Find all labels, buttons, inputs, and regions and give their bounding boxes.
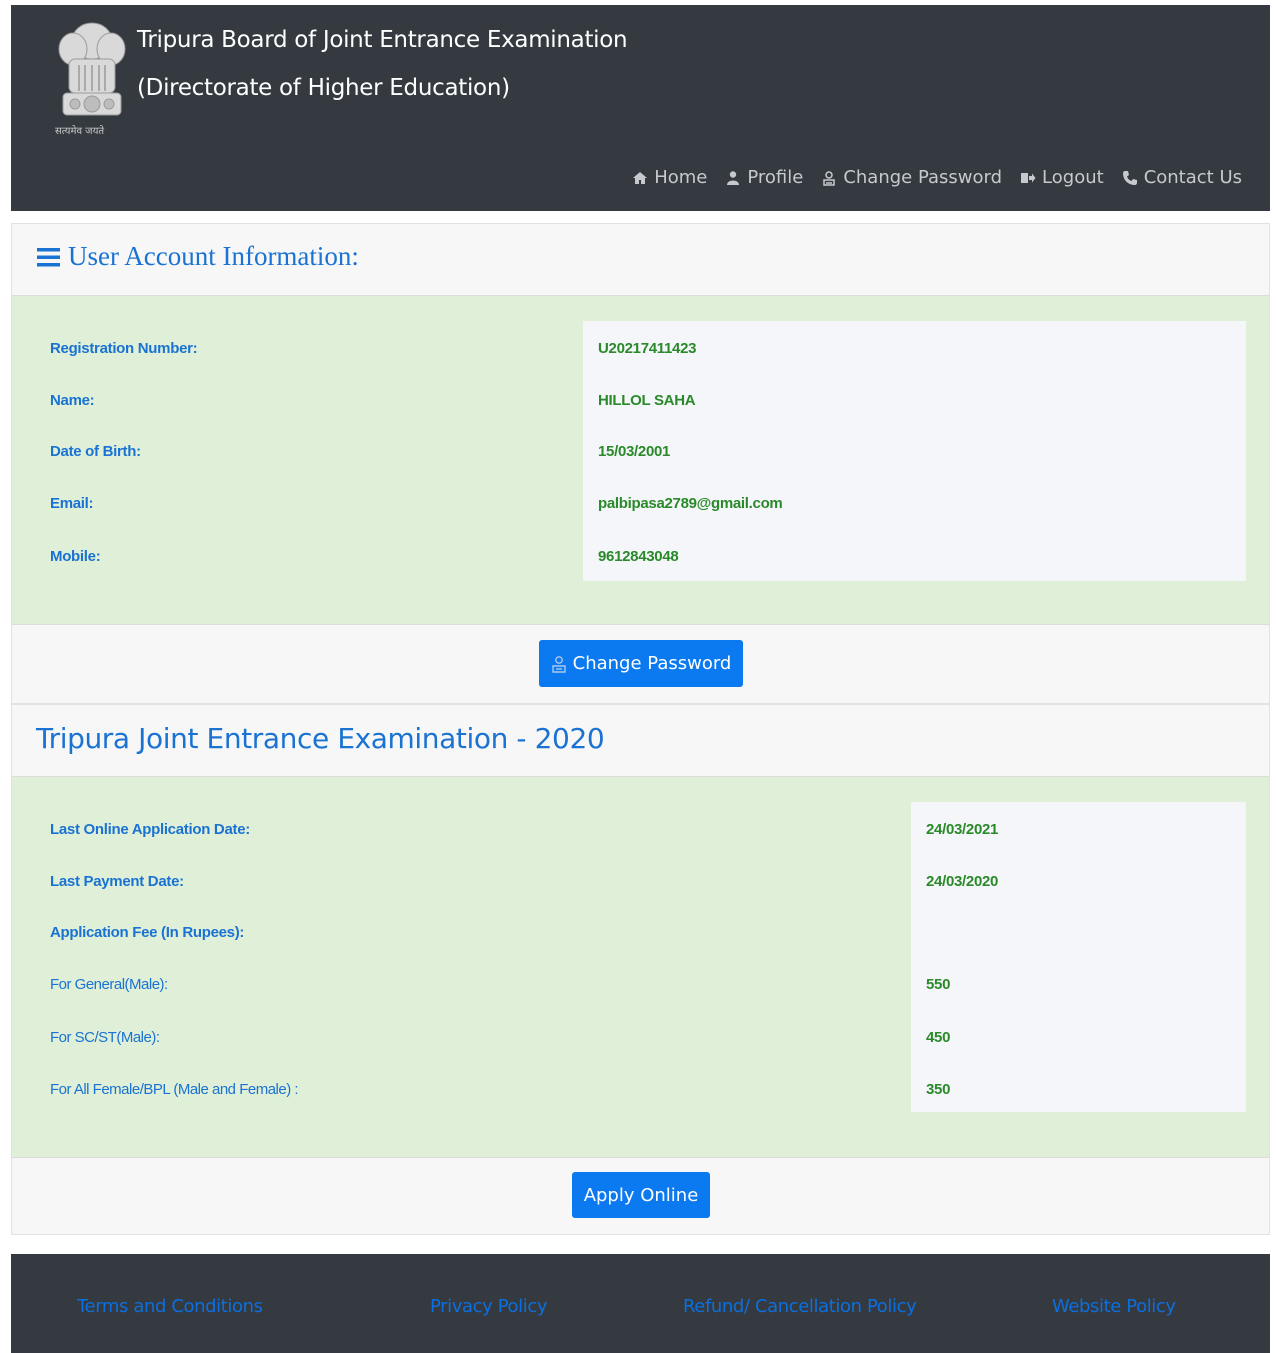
nav-home-label: Home xyxy=(654,167,708,188)
site-footer: Terms and Conditions Privacy Policy Refu… xyxy=(11,1254,1270,1353)
exam-card: Tripura Joint Entrance Examination - 202… xyxy=(11,704,1270,1235)
site-subtitle: (Directorate of Higher Education) xyxy=(137,75,510,101)
website-policy-link[interactable]: Website Policy xyxy=(1052,1296,1176,1317)
top-nav: Home Profile Change Password Logout Cont… xyxy=(632,167,1242,188)
email-value: palbipasa2789@gmail.com xyxy=(598,495,783,512)
user-icon xyxy=(727,170,740,185)
nav-logout-label: Logout xyxy=(1042,167,1104,188)
home-icon xyxy=(633,171,648,184)
user-account-card: User Account Information: Registration N… xyxy=(11,223,1270,704)
apply-online-button[interactable]: Apply Online xyxy=(572,1172,710,1218)
logout-icon xyxy=(1021,172,1036,183)
last-application-date-value: 24/03/2021 xyxy=(926,821,999,838)
refund-policy-link[interactable]: Refund/ Cancellation Policy xyxy=(683,1296,917,1317)
exam-values-box xyxy=(911,802,1246,1112)
emblem-motto: सत्यमेव जयते xyxy=(55,126,105,137)
user-account-heading-text: User Account Information: xyxy=(68,241,359,271)
user-account-details: Registration Number: U20217411423 Name: … xyxy=(12,296,1269,624)
fee-scst-label: For SC/ST(Male): xyxy=(50,1029,160,1046)
email-label: Email: xyxy=(50,495,94,512)
last-payment-date-label: Last Payment Date: xyxy=(50,873,184,890)
phone-icon xyxy=(1122,170,1137,185)
registration-number-value: U20217411423 xyxy=(598,340,697,357)
exam-heading: Tripura Joint Entrance Examination - 202… xyxy=(36,722,605,755)
application-fee-label: Application Fee (In Rupees): xyxy=(50,924,245,941)
last-payment-date-value: 24/03/2020 xyxy=(926,873,999,890)
change-password-button[interactable]: Change Password xyxy=(539,640,743,687)
fee-female-bpl-label: For All Female/BPL (Male and Female) : xyxy=(50,1081,299,1098)
site-title: Tripura Board of Joint Entrance Examinat… xyxy=(137,27,628,53)
menu-icon xyxy=(37,247,60,266)
nav-home[interactable]: Home xyxy=(632,167,707,188)
nav-profile-label: Profile xyxy=(747,167,804,188)
fee-scst-value: 450 xyxy=(926,1029,951,1046)
dob-label: Date of Birth: xyxy=(50,443,141,460)
name-label: Name: xyxy=(50,392,95,409)
exam-details: Last Online Application Date: 24/03/2021… xyxy=(12,777,1269,1157)
registration-number-label: Registration Number: xyxy=(50,340,198,357)
nav-contact-us[interactable]: Contact Us xyxy=(1122,167,1242,188)
lock-user-icon xyxy=(823,170,836,186)
fee-general-value: 550 xyxy=(926,976,951,993)
exam-card-header: Tripura Joint Entrance Examination - 202… xyxy=(12,705,1269,777)
name-value: HILLOL SAHA xyxy=(598,392,696,409)
nav-contact-us-label: Contact Us xyxy=(1143,167,1242,188)
last-application-date-label: Last Online Application Date: xyxy=(50,821,250,838)
user-account-values-box xyxy=(583,321,1246,581)
user-account-heading: User Account Information: xyxy=(36,241,359,272)
dob-value: 15/03/2001 xyxy=(598,443,671,460)
terms-link[interactable]: Terms and Conditions xyxy=(77,1296,263,1317)
site-header: सत्यमेव जयते Tripura Board of Joint Entr… xyxy=(11,5,1270,211)
mobile-label: Mobile: xyxy=(50,548,101,565)
user-account-card-footer: Change Password xyxy=(12,624,1269,703)
nav-logout[interactable]: Logout xyxy=(1020,167,1104,188)
fee-female-bpl-value: 350 xyxy=(926,1081,951,1098)
lock-user-icon xyxy=(551,655,566,673)
nav-change-password-label: Change Password xyxy=(843,167,1003,188)
exam-card-footer: Apply Online xyxy=(12,1157,1269,1234)
nav-change-password[interactable]: Change Password xyxy=(821,167,1002,188)
mobile-value: 9612843048 xyxy=(598,548,679,565)
privacy-policy-link[interactable]: Privacy Policy xyxy=(430,1296,547,1317)
change-password-button-label: Change Password xyxy=(572,653,732,674)
nav-profile[interactable]: Profile xyxy=(725,167,803,188)
user-account-card-header: User Account Information: xyxy=(12,224,1269,296)
fee-general-label: For General(Male): xyxy=(50,976,168,993)
